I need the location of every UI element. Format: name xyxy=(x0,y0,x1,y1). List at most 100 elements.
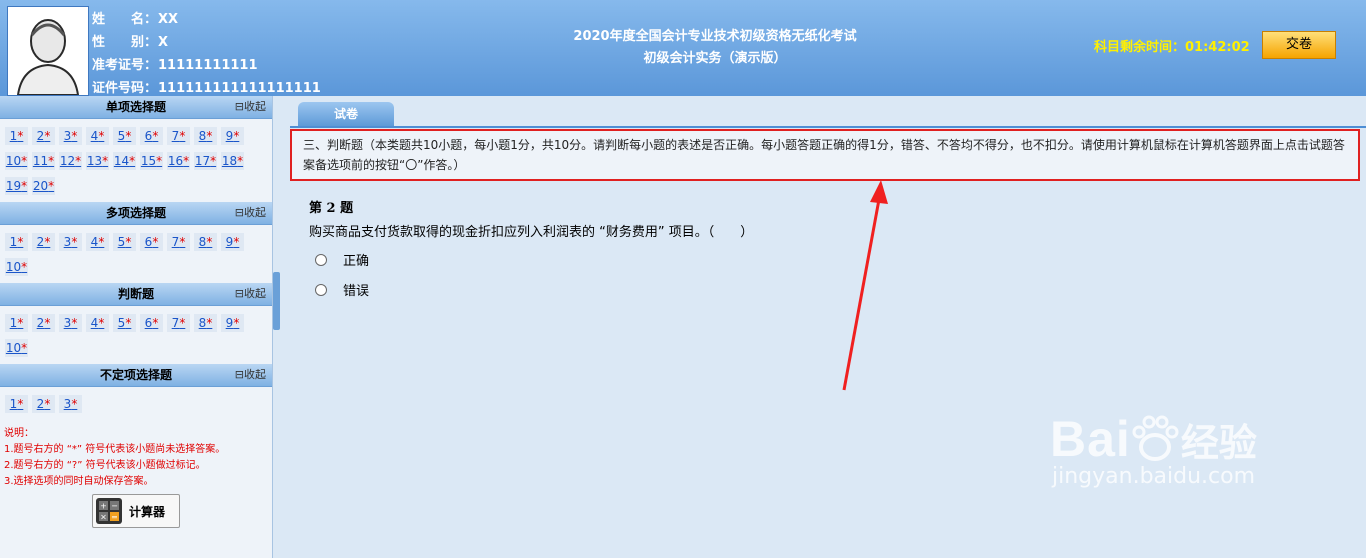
unanswered-marker: * xyxy=(44,235,51,249)
question-link[interactable]: 8* xyxy=(194,233,217,251)
unanswered-marker: * xyxy=(129,154,136,168)
option-true[interactable]: 正确 xyxy=(315,250,369,269)
question-number-label: 15 xyxy=(140,154,157,168)
question-link[interactable]: 10* xyxy=(5,339,28,357)
unanswered-marker: * xyxy=(183,154,190,168)
question-link[interactable]: 17* xyxy=(194,152,217,170)
question-number-label: 16 xyxy=(167,154,184,168)
exam-title: 2020年度全国会计专业技术初级资格无纸化考试 初级会计实务（演示版） xyxy=(460,26,970,70)
unanswered-marker: * xyxy=(233,316,240,330)
question-link[interactable]: 10* xyxy=(5,258,28,276)
unanswered-marker: * xyxy=(48,154,55,168)
exam-title-line1: 2020年度全国会计专业技术初级资格无纸化考试 xyxy=(573,29,857,44)
option-label: 正确 xyxy=(343,254,370,269)
question-link[interactable]: 13* xyxy=(86,152,109,170)
question-link[interactable]: 5* xyxy=(113,127,136,145)
question-link[interactable]: 3* xyxy=(59,395,82,413)
candidate-gender-row: 性 别：X xyxy=(92,31,321,54)
question-link[interactable]: 9* xyxy=(221,127,244,145)
question-link[interactable]: 8* xyxy=(194,127,217,145)
question-nav-sidebar: 单项选择题 ⊟收起 1* 2* 3* 4* 5* 6* 7* 8* 9*10* 11* 12* 13* 1… xyxy=(0,96,273,558)
question-link[interactable]: 7* xyxy=(167,314,190,332)
question-link[interactable]: 12* xyxy=(59,152,82,170)
calculator-button[interactable]: + − × = 计算器 xyxy=(92,494,180,528)
option-false[interactable]: 错误 xyxy=(315,280,369,299)
question-number-label: 12 xyxy=(59,154,76,168)
unanswered-marker: * xyxy=(206,235,213,249)
question-link[interactable]: 20* xyxy=(32,177,55,195)
unanswered-marker: * xyxy=(233,235,240,249)
question-number-label: 10 xyxy=(5,154,22,168)
unanswered-marker: * xyxy=(179,235,186,249)
unanswered-marker: * xyxy=(44,316,51,330)
question-link[interactable]: 1* xyxy=(5,314,28,332)
question-link[interactable]: 4* xyxy=(86,127,109,145)
collapse-toggle[interactable]: ⊟收起 xyxy=(235,202,266,224)
note-title: 说明： xyxy=(4,428,34,439)
watermark-brand2: 经验 xyxy=(1180,420,1257,465)
unanswered-marker: * xyxy=(210,154,217,168)
unanswered-marker: * xyxy=(179,129,186,143)
question-link[interactable]: 15* xyxy=(140,152,163,170)
question-link[interactable]: 7* xyxy=(167,127,190,145)
question-link[interactable]: 8* xyxy=(194,314,217,332)
remaining-time: 科目剩余时间：01:42:02 xyxy=(1094,36,1250,55)
question-link[interactable]: 3* xyxy=(59,233,82,251)
unanswered-marker: * xyxy=(125,129,132,143)
question-link[interactable]: 6* xyxy=(140,314,163,332)
question-link[interactable]: 6* xyxy=(140,127,163,145)
gender-label: 性 别： xyxy=(92,35,158,50)
collapse-toggle[interactable]: ⊟收起 xyxy=(235,364,266,386)
question-link[interactable]: 19* xyxy=(5,177,28,195)
question-link[interactable]: 3* xyxy=(59,314,82,332)
question-link[interactable]: 2* xyxy=(32,395,55,413)
question-link[interactable]: 7* xyxy=(167,233,190,251)
question-link[interactable]: 4* xyxy=(86,233,109,251)
question-link[interactable]: 2* xyxy=(32,127,55,145)
tab-exam-paper[interactable]: 试卷 xyxy=(298,102,394,126)
question-grid-multiple-choice: 1* 2* 3* 4* 5* 6* 7* 8* 9* 10* xyxy=(0,225,272,283)
ticket-value: 11111111111 xyxy=(158,58,258,73)
unanswered-marker: * xyxy=(48,179,55,193)
question-number-label: 13 xyxy=(86,154,103,168)
watermark-url: jingyan.baidu.com xyxy=(1052,464,1256,489)
radio-button[interactable] xyxy=(315,283,327,296)
question-link[interactable]: 18* xyxy=(221,152,244,170)
radio-button[interactable] xyxy=(315,253,327,266)
question-link[interactable]: 6* xyxy=(140,233,163,251)
question-link[interactable]: 11* xyxy=(32,152,55,170)
unanswered-marker: * xyxy=(206,129,213,143)
question-link[interactable]: 4* xyxy=(86,314,109,332)
question-link[interactable]: 10* xyxy=(5,152,28,170)
question-number-label: 19 xyxy=(5,179,22,193)
watermark-brand: Bai xyxy=(1050,411,1131,467)
question-link[interactable]: 5* xyxy=(113,314,136,332)
collapse-toggle[interactable]: ⊟收起 xyxy=(235,283,266,305)
question-link[interactable]: 2* xyxy=(32,233,55,251)
section-header-true-false: 判断题 ⊟收起 xyxy=(0,283,272,306)
question-link[interactable]: 9* xyxy=(221,314,244,332)
question-link[interactable]: 5* xyxy=(113,233,136,251)
svg-text:=: = xyxy=(111,513,118,522)
submit-exam-button[interactable]: 交卷 xyxy=(1262,31,1336,59)
unanswered-marker: * xyxy=(17,129,24,143)
question-link[interactable]: 16* xyxy=(167,152,190,170)
unanswered-marker: * xyxy=(21,260,28,274)
timer-value: 01:42:02 xyxy=(1185,40,1250,55)
question-link[interactable]: 3* xyxy=(59,127,82,145)
question-link[interactable]: 2* xyxy=(32,314,55,332)
question-link[interactable]: 1* xyxy=(5,233,28,251)
question-link[interactable]: 1* xyxy=(5,127,28,145)
sidebar-collapse-handle[interactable] xyxy=(273,272,280,330)
question-link[interactable]: 14* xyxy=(113,152,136,170)
instructions-note: 说明： 1.题号右方的 “*” 符号代表该小题尚未选择答案。 2.题号右方的 “… xyxy=(0,420,272,490)
svg-text:×: × xyxy=(100,513,107,522)
unanswered-marker: * xyxy=(71,235,78,249)
question-link[interactable]: 1* xyxy=(5,395,28,413)
unanswered-marker: * xyxy=(98,316,105,330)
collapse-toggle[interactable]: ⊟收起 xyxy=(235,96,266,118)
section-header-multiple-choice: 多项选择题 ⊟收起 xyxy=(0,202,272,225)
id-value: 111111111111111111 xyxy=(158,81,321,96)
unanswered-marker: * xyxy=(206,316,213,330)
question-link[interactable]: 9* xyxy=(221,233,244,251)
